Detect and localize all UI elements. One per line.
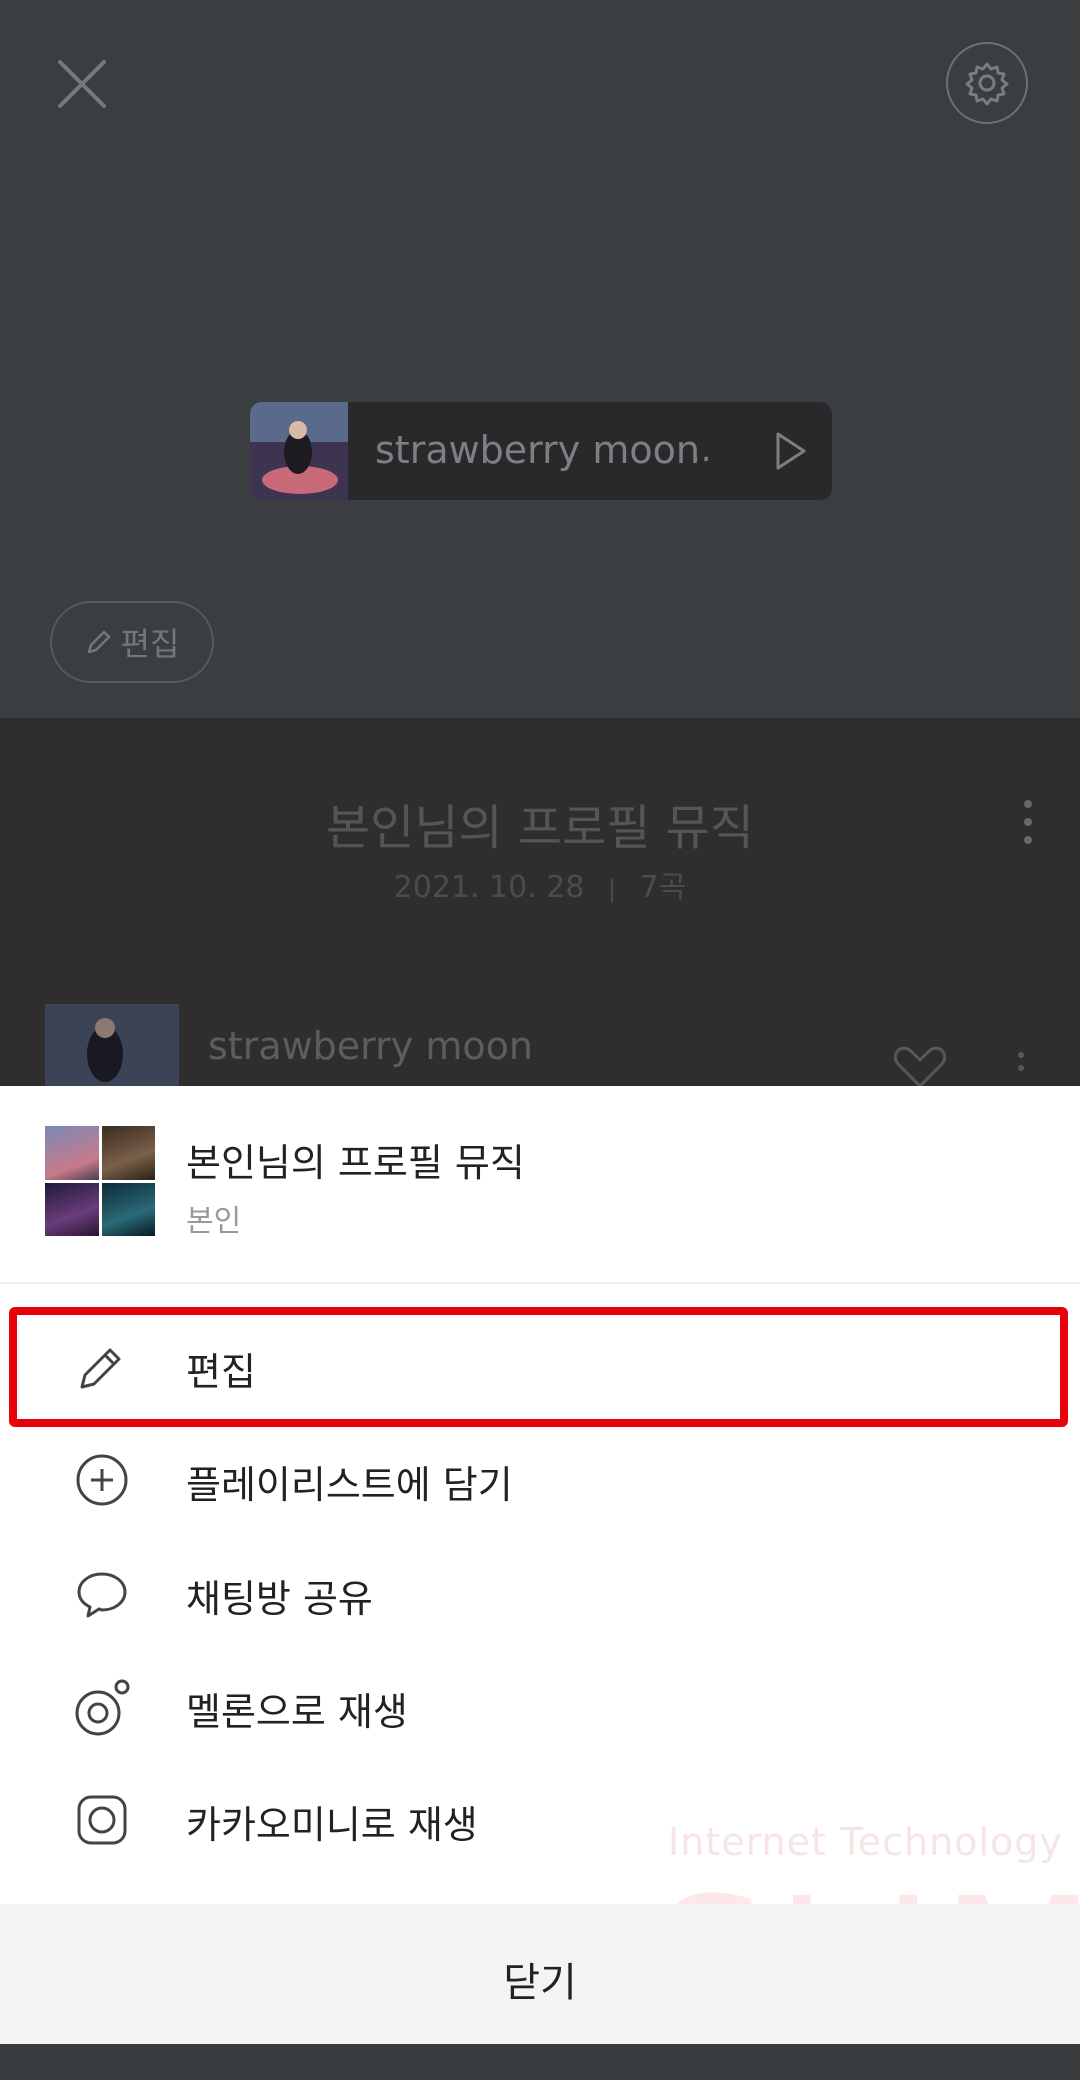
heart-icon[interactable] [892, 1046, 948, 1089]
gear-icon [965, 62, 1009, 106]
playlist-date: 2021. 10. 28 [393, 870, 585, 905]
playlist-thumbnail [45, 1126, 155, 1236]
thumb-art-2 [101, 1126, 155, 1180]
now-playing-bar[interactable]: strawberry moon .. [250, 402, 832, 500]
plus-circle-icon [74, 1452, 130, 1508]
melon-icon [74, 1679, 130, 1736]
now-playing-title: strawberry moon [375, 428, 700, 472]
close-button-label: 닫기 [503, 1960, 577, 2006]
kakao-mini-icon [74, 1792, 130, 1848]
menu-item-play-melon[interactable]: 멜론으로 재생 [0, 1651, 1080, 1763]
song-album-art [45, 1004, 179, 1086]
album-art [250, 402, 348, 500]
more-vertical-icon[interactable] [1014, 798, 1042, 846]
pencil-icon [87, 630, 110, 654]
menu-label: 카카오미니로 재생 [186, 1803, 478, 1847]
playlist-count: 7곡 [639, 870, 687, 905]
title-ellipsis: .. [690, 430, 712, 470]
menu-label: 멜론으로 재생 [186, 1690, 408, 1734]
thumb-art-4 [101, 1182, 155, 1236]
playlist-title: 본인님의 프로필 뮤직 [326, 800, 754, 856]
highlight-box [9, 1307, 1068, 1427]
thumb-art-3 [45, 1182, 99, 1236]
menu-label: 채팅방 공유 [186, 1577, 373, 1621]
song-more-icon[interactable] [1014, 1050, 1028, 1086]
profile-edit-label: 편집 [120, 625, 180, 663]
menu-item-add-to-playlist[interactable]: 플레이리스트에 담기 [0, 1424, 1080, 1536]
meta-separator: | [608, 875, 617, 903]
playlist-meta: 2021. 10. 28 | 7곡 [0, 862, 1080, 906]
divider [0, 1282, 1080, 1284]
song-title: strawberry moon [208, 1024, 533, 1068]
sheet-owner: 본인 [186, 1204, 242, 1239]
menu-item-play-kakao-mini[interactable]: 카카오미니로 재생 [0, 1764, 1080, 1876]
thumb-art-1 [45, 1126, 99, 1180]
bottom-strip [0, 2044, 1080, 2080]
settings-button[interactable] [946, 42, 1028, 124]
profile-edit-button[interactable]: 편집 [50, 601, 214, 683]
chat-bubble-icon [74, 1566, 130, 1622]
menu-label: 플레이리스트에 담기 [186, 1463, 513, 1507]
play-icon[interactable] [770, 430, 810, 472]
sheet-title: 본인님의 프로필 뮤직 [186, 1141, 525, 1185]
menu-item-share-chat[interactable]: 채팅방 공유 [0, 1538, 1080, 1650]
close-icon[interactable] [56, 58, 108, 110]
